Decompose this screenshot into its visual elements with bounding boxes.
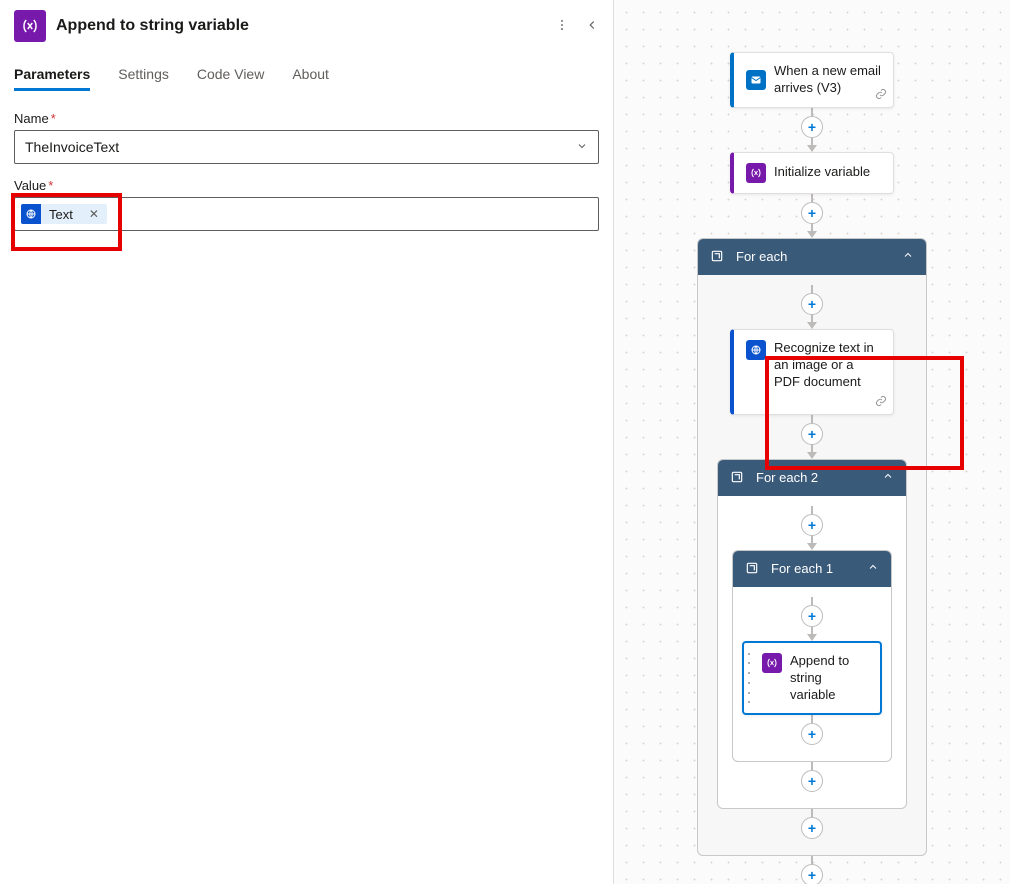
link-icon bbox=[875, 395, 887, 410]
collapse-icon[interactable] bbox=[585, 18, 599, 35]
add-step-button[interactable]: + bbox=[801, 723, 823, 745]
panel-header: Append to string variable bbox=[14, 10, 599, 66]
tab-parameters[interactable]: Parameters bbox=[14, 66, 90, 91]
container-for-each[interactable]: For each + Recognize text in an image o bbox=[697, 238, 927, 857]
field-value: Value* Text ✕ bbox=[14, 178, 599, 231]
variable-icon bbox=[762, 653, 782, 673]
card-trigger[interactable]: When a new email arrives (V3) bbox=[730, 52, 894, 108]
action-config-panel: Append to string variable Parameters Set… bbox=[0, 0, 614, 884]
chevron-up-icon bbox=[867, 561, 879, 576]
container-for-each-1[interactable]: For each 1 + bbox=[732, 550, 892, 763]
add-step-button[interactable]: + bbox=[801, 605, 823, 627]
tab-settings[interactable]: Settings bbox=[118, 66, 169, 91]
name-dropdown[interactable]: TheInvoiceText bbox=[14, 130, 599, 164]
name-value: TheInvoiceText bbox=[25, 139, 119, 155]
card-append-to-string[interactable]: Append to string variable bbox=[742, 641, 882, 716]
loop-icon bbox=[730, 470, 746, 486]
name-label: Name* bbox=[14, 111, 599, 126]
card-recognize-label: Recognize text in an image or a PDF docu… bbox=[774, 340, 881, 391]
tab-code-view[interactable]: Code View bbox=[197, 66, 264, 91]
chevron-up-icon bbox=[882, 470, 894, 485]
card-init-var-label: Initialize variable bbox=[774, 164, 870, 181]
add-step-button[interactable]: + bbox=[801, 202, 823, 224]
chevron-down-icon bbox=[576, 139, 588, 155]
card-append-label: Append to string variable bbox=[790, 653, 868, 704]
variable-icon bbox=[746, 163, 766, 183]
add-step-button[interactable]: + bbox=[801, 293, 823, 315]
drag-handle[interactable] bbox=[746, 649, 752, 708]
add-step-button[interactable]: + bbox=[801, 817, 823, 839]
container-for-each-2[interactable]: For each 2 + bbox=[717, 459, 907, 810]
add-step-button[interactable]: + bbox=[801, 864, 823, 884]
for-each-2-title: For each 2 bbox=[756, 470, 818, 485]
add-step-button[interactable]: + bbox=[801, 770, 823, 792]
value-input[interactable]: Text ✕ bbox=[14, 197, 599, 231]
ai-icon bbox=[21, 204, 41, 224]
field-name: Name* TheInvoiceText bbox=[14, 111, 599, 164]
token-label: Text bbox=[41, 205, 81, 224]
add-step-button[interactable]: + bbox=[801, 514, 823, 536]
ai-icon bbox=[746, 340, 766, 360]
add-step-button[interactable]: + bbox=[801, 423, 823, 445]
for-each-1-header[interactable]: For each 1 bbox=[733, 551, 891, 587]
value-label: Value* bbox=[14, 178, 599, 193]
token-text[interactable]: Text ✕ bbox=[21, 204, 107, 224]
card-trigger-label: When a new email arrives (V3) bbox=[774, 63, 881, 97]
for-each-2-header[interactable]: For each 2 bbox=[718, 460, 906, 496]
for-each-title: For each bbox=[736, 249, 787, 264]
for-each-1-title: For each 1 bbox=[771, 561, 833, 576]
link-icon bbox=[875, 88, 887, 103]
loop-icon bbox=[710, 249, 726, 265]
tabs: Parameters Settings Code View About bbox=[14, 66, 599, 91]
flow-canvas[interactable]: When a new email arrives (V3) + Initiali… bbox=[614, 0, 1010, 884]
outlook-icon bbox=[746, 70, 766, 90]
card-initialize-variable[interactable]: Initialize variable bbox=[730, 152, 894, 194]
token-remove[interactable]: ✕ bbox=[81, 207, 107, 221]
chevron-up-icon bbox=[902, 249, 914, 264]
add-step-button[interactable]: + bbox=[801, 116, 823, 138]
more-icon[interactable] bbox=[555, 18, 569, 35]
action-icon-variable bbox=[14, 10, 46, 42]
panel-title: Append to string variable bbox=[56, 17, 545, 35]
loop-icon bbox=[745, 561, 761, 577]
tab-about[interactable]: About bbox=[292, 66, 329, 91]
card-recognize-text[interactable]: Recognize text in an image or a PDF docu… bbox=[730, 329, 894, 415]
for-each-header[interactable]: For each bbox=[698, 239, 926, 275]
